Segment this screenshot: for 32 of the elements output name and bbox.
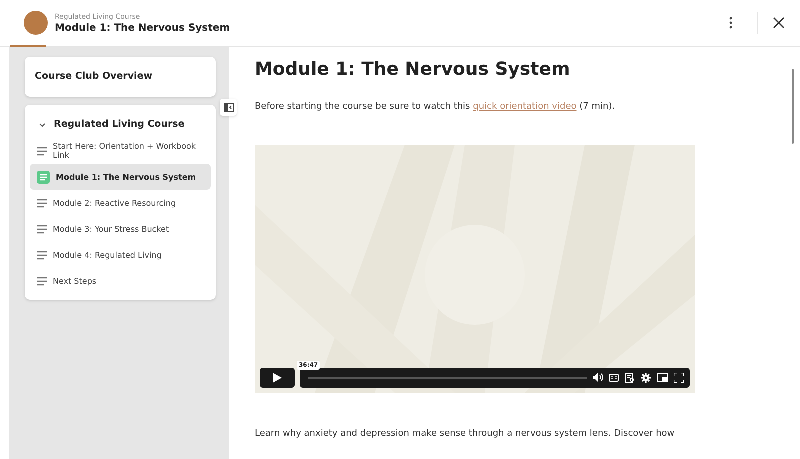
description-text: Learn why anxiety and depression make sense through a nervous system lens. Discover how xyxy=(255,428,676,440)
module-heading: Module 1: The Nervous System xyxy=(255,59,572,81)
captions-icon[interactable] xyxy=(609,374,619,382)
lines-icon xyxy=(37,224,47,234)
fullscreen-icon[interactable] xyxy=(674,372,684,382)
play-button[interactable] xyxy=(260,368,295,388)
lesson-item[interactable]: Start Here: Orientation + Workbook Link xyxy=(30,138,211,164)
section-toggle[interactable]: Regulated Living Course xyxy=(30,117,185,133)
intro-text: Before starting the course be sure to watch this quick orientation video (7 min). xyxy=(255,101,616,114)
chevron-icon xyxy=(39,122,46,128)
overview-card[interactable]: Course Club Overview xyxy=(25,57,216,97)
collapse-sidebar-button[interactable] xyxy=(220,99,237,116)
settings-icon[interactable] xyxy=(641,372,651,382)
transcript-icon[interactable] xyxy=(625,372,635,382)
page-title: Module 1: The Nervous System xyxy=(55,22,230,34)
close-icon xyxy=(773,17,785,29)
picture-in-picture-icon[interactable] xyxy=(657,373,668,382)
lesson-item[interactable]: Module 1: The Nervous System xyxy=(30,164,211,190)
lines-icon xyxy=(37,146,47,156)
course-avatar xyxy=(24,11,48,35)
sidebar-toggle-icon xyxy=(224,103,234,112)
lesson-item[interactable]: Next Steps xyxy=(30,268,211,294)
lines-icon xyxy=(37,276,47,286)
lesson-item[interactable]: Module 2: Reactive Resourcing xyxy=(30,190,211,216)
lines-icon xyxy=(37,250,47,260)
play-icon xyxy=(273,372,282,382)
lesson-item[interactable]: Module 3: Your Stress Bucket xyxy=(30,216,211,242)
more-icon xyxy=(729,17,733,29)
volume-icon[interactable] xyxy=(593,373,603,382)
document-icon xyxy=(37,170,50,184)
lesson-item[interactable]: Module 4: Regulated Living xyxy=(30,242,211,268)
lines-icon xyxy=(37,198,47,208)
